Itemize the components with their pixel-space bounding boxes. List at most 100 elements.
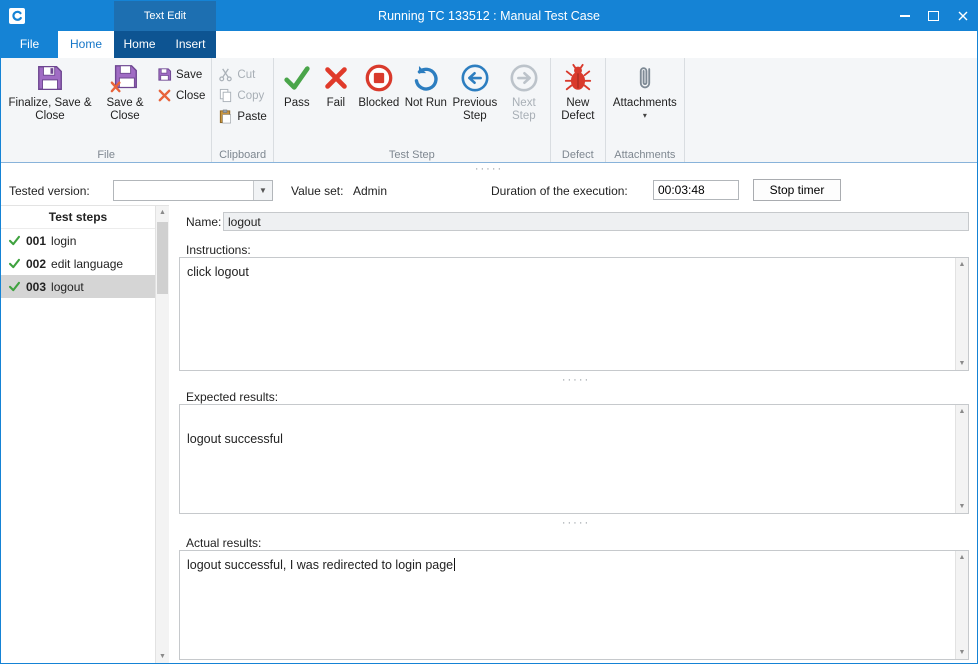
blocked-stop-icon <box>364 63 394 93</box>
ribbon-group-file: Finalize, Save & Close Save & Close <box>1 58 212 162</box>
value-set-value: Admin <box>353 184 387 198</box>
scroll-down-arrow-icon[interactable]: ▼ <box>956 649 968 656</box>
cut-icon <box>218 67 233 82</box>
instructions-scrollbar[interactable]: ▲ ▼ <box>955 258 968 370</box>
fail-x-icon <box>321 63 351 93</box>
attachments-dropdown-arrow-icon[interactable]: ▾ <box>643 112 647 120</box>
copy-label: Copy <box>237 90 264 102</box>
name-input[interactable] <box>223 212 969 231</box>
maximize-button[interactable] <box>919 1 948 31</box>
attachments-label: Attachments <box>613 97 677 110</box>
previous-step-label: Previous Step <box>449 97 501 123</box>
test-step-item-003[interactable]: 003 logout <box>1 275 155 298</box>
save-button[interactable]: Save <box>154 64 208 85</box>
actual-results-scrollbar[interactable]: ▲ ▼ <box>955 551 968 659</box>
not-run-button[interactable]: Not Run <box>403 61 449 110</box>
chevron-down-icon: ▼ <box>259 186 267 195</box>
clipboard-group-label: Clipboard <box>212 149 272 161</box>
test-steps-panel: Test steps 001 login 002 edit language 0… <box>1 205 169 663</box>
value-set-label: Value set: <box>291 184 343 198</box>
file-group-small-buttons: Save Close <box>154 61 208 106</box>
actual-results-value: logout successful, I was redirected to l… <box>187 558 453 572</box>
scroll-down-arrow-icon[interactable]: ▼ <box>156 653 169 660</box>
tested-version-input[interactable] <box>114 181 252 200</box>
finalize-save-close-button[interactable]: Finalize, Save & Close <box>4 61 96 123</box>
new-defect-label: New Defect <box>554 97 602 123</box>
attachments-button[interactable]: Attachments ▾ <box>609 61 681 120</box>
text-cursor <box>454 558 455 571</box>
step-label: logout <box>51 280 84 294</box>
clipboard-buttons: Cut Copy Paste <box>215 61 269 127</box>
new-defect-button[interactable]: New Defect <box>554 61 602 123</box>
next-step-label: Next Step <box>501 97 547 123</box>
blocked-button[interactable]: Blocked <box>355 61 403 110</box>
instructions-text: click logout <box>180 258 968 285</box>
save-label: Save <box>176 69 202 81</box>
save-close-button[interactable]: Save & Close <box>96 61 154 123</box>
fail-label: Fail <box>327 97 346 110</box>
steps-scrollbar[interactable]: ▲ ▼ <box>155 206 169 663</box>
finalize-save-close-label: Finalize, Save & Close <box>4 97 96 123</box>
passed-check-icon <box>8 280 21 293</box>
duration-label: Duration of the execution: <box>491 184 628 198</box>
tested-version-combo[interactable]: ▼ <box>113 180 273 201</box>
previous-step-button[interactable]: Previous Step <box>449 61 501 123</box>
tab-file[interactable]: File <box>1 31 58 58</box>
scroll-down-arrow-icon[interactable]: ▼ <box>956 503 968 510</box>
step-label: edit language <box>51 257 123 271</box>
scroll-up-arrow-icon[interactable]: ▲ <box>956 408 968 415</box>
instructions-splitter[interactable]: ····· <box>175 374 977 386</box>
duration-input[interactable] <box>653 180 739 200</box>
window-controls <box>890 1 977 31</box>
paperclip-icon <box>630 63 660 93</box>
execution-toolbar: Tested version: ▼ Value set: Admin Durat… <box>1 176 977 205</box>
scroll-up-arrow-icon[interactable]: ▲ <box>956 261 968 268</box>
minimize-button[interactable] <box>890 1 919 31</box>
file-group-label: File <box>1 149 211 161</box>
test-step-item-002[interactable]: 002 edit language <box>1 252 155 275</box>
instructions-textbox[interactable]: click logout ▲ ▼ <box>179 257 969 371</box>
pass-button[interactable]: Pass <box>277 61 317 110</box>
step-number: 001 <box>26 234 46 248</box>
tab-home[interactable]: Home <box>58 31 114 58</box>
close-button[interactable]: Close <box>154 85 208 106</box>
save-close-icon <box>110 63 140 93</box>
actual-results-label: Actual results: <box>186 536 261 550</box>
expected-results-scrollbar[interactable]: ▲ ▼ <box>955 405 968 513</box>
paste-label: Paste <box>237 111 266 123</box>
app-icon[interactable] <box>8 7 26 25</box>
step-label: login <box>51 234 76 248</box>
next-step-arrow-icon <box>509 63 539 93</box>
expected-results-label: Expected results: <box>186 390 278 404</box>
expected-results-textbox[interactable]: logout successful ▲ ▼ <box>179 404 969 514</box>
attachments-group-label: Attachments <box>606 149 684 161</box>
scrollbar-thumb[interactable] <box>157 222 168 294</box>
fail-button[interactable]: Fail <box>317 61 355 110</box>
ribbon-group-defect: New Defect Defect <box>551 58 606 162</box>
save-icon <box>35 63 65 93</box>
ribbon-splitter[interactable]: ····· <box>1 163 977 175</box>
bug-icon <box>563 63 593 93</box>
close-label: Close <box>176 90 205 102</box>
scroll-up-arrow-icon[interactable]: ▲ <box>956 554 968 561</box>
stop-timer-button[interactable]: Stop timer <box>753 179 841 201</box>
close-icon <box>958 11 968 21</box>
step-detail-form: Name: Instructions: click logout ▲ ▼ ···… <box>175 205 977 663</box>
tab-contextual-insert[interactable]: Insert <box>165 31 216 58</box>
contextual-tab-group: Text Edit Home Insert <box>114 1 216 58</box>
previous-step-arrow-icon <box>460 63 490 93</box>
cut-label: Cut <box>237 69 255 81</box>
not-run-reset-icon <box>411 63 441 93</box>
close-icon <box>157 88 172 103</box>
actual-results-textbox[interactable]: logout successful, I was redirected to l… <box>179 550 969 660</box>
tab-contextual-home[interactable]: Home <box>114 31 165 58</box>
scroll-up-arrow-icon[interactable]: ▲ <box>156 209 169 216</box>
scroll-down-arrow-icon[interactable]: ▼ <box>956 360 968 367</box>
expected-results-text: logout successful <box>180 405 968 452</box>
test-step-item-001[interactable]: 001 login <box>1 229 155 252</box>
tested-version-dropdown-button[interactable]: ▼ <box>253 181 272 200</box>
step-number: 002 <box>26 257 46 271</box>
expected-splitter[interactable]: ····· <box>175 517 977 529</box>
close-window-button[interactable] <box>948 1 977 31</box>
paste-button[interactable]: Paste <box>215 106 269 127</box>
